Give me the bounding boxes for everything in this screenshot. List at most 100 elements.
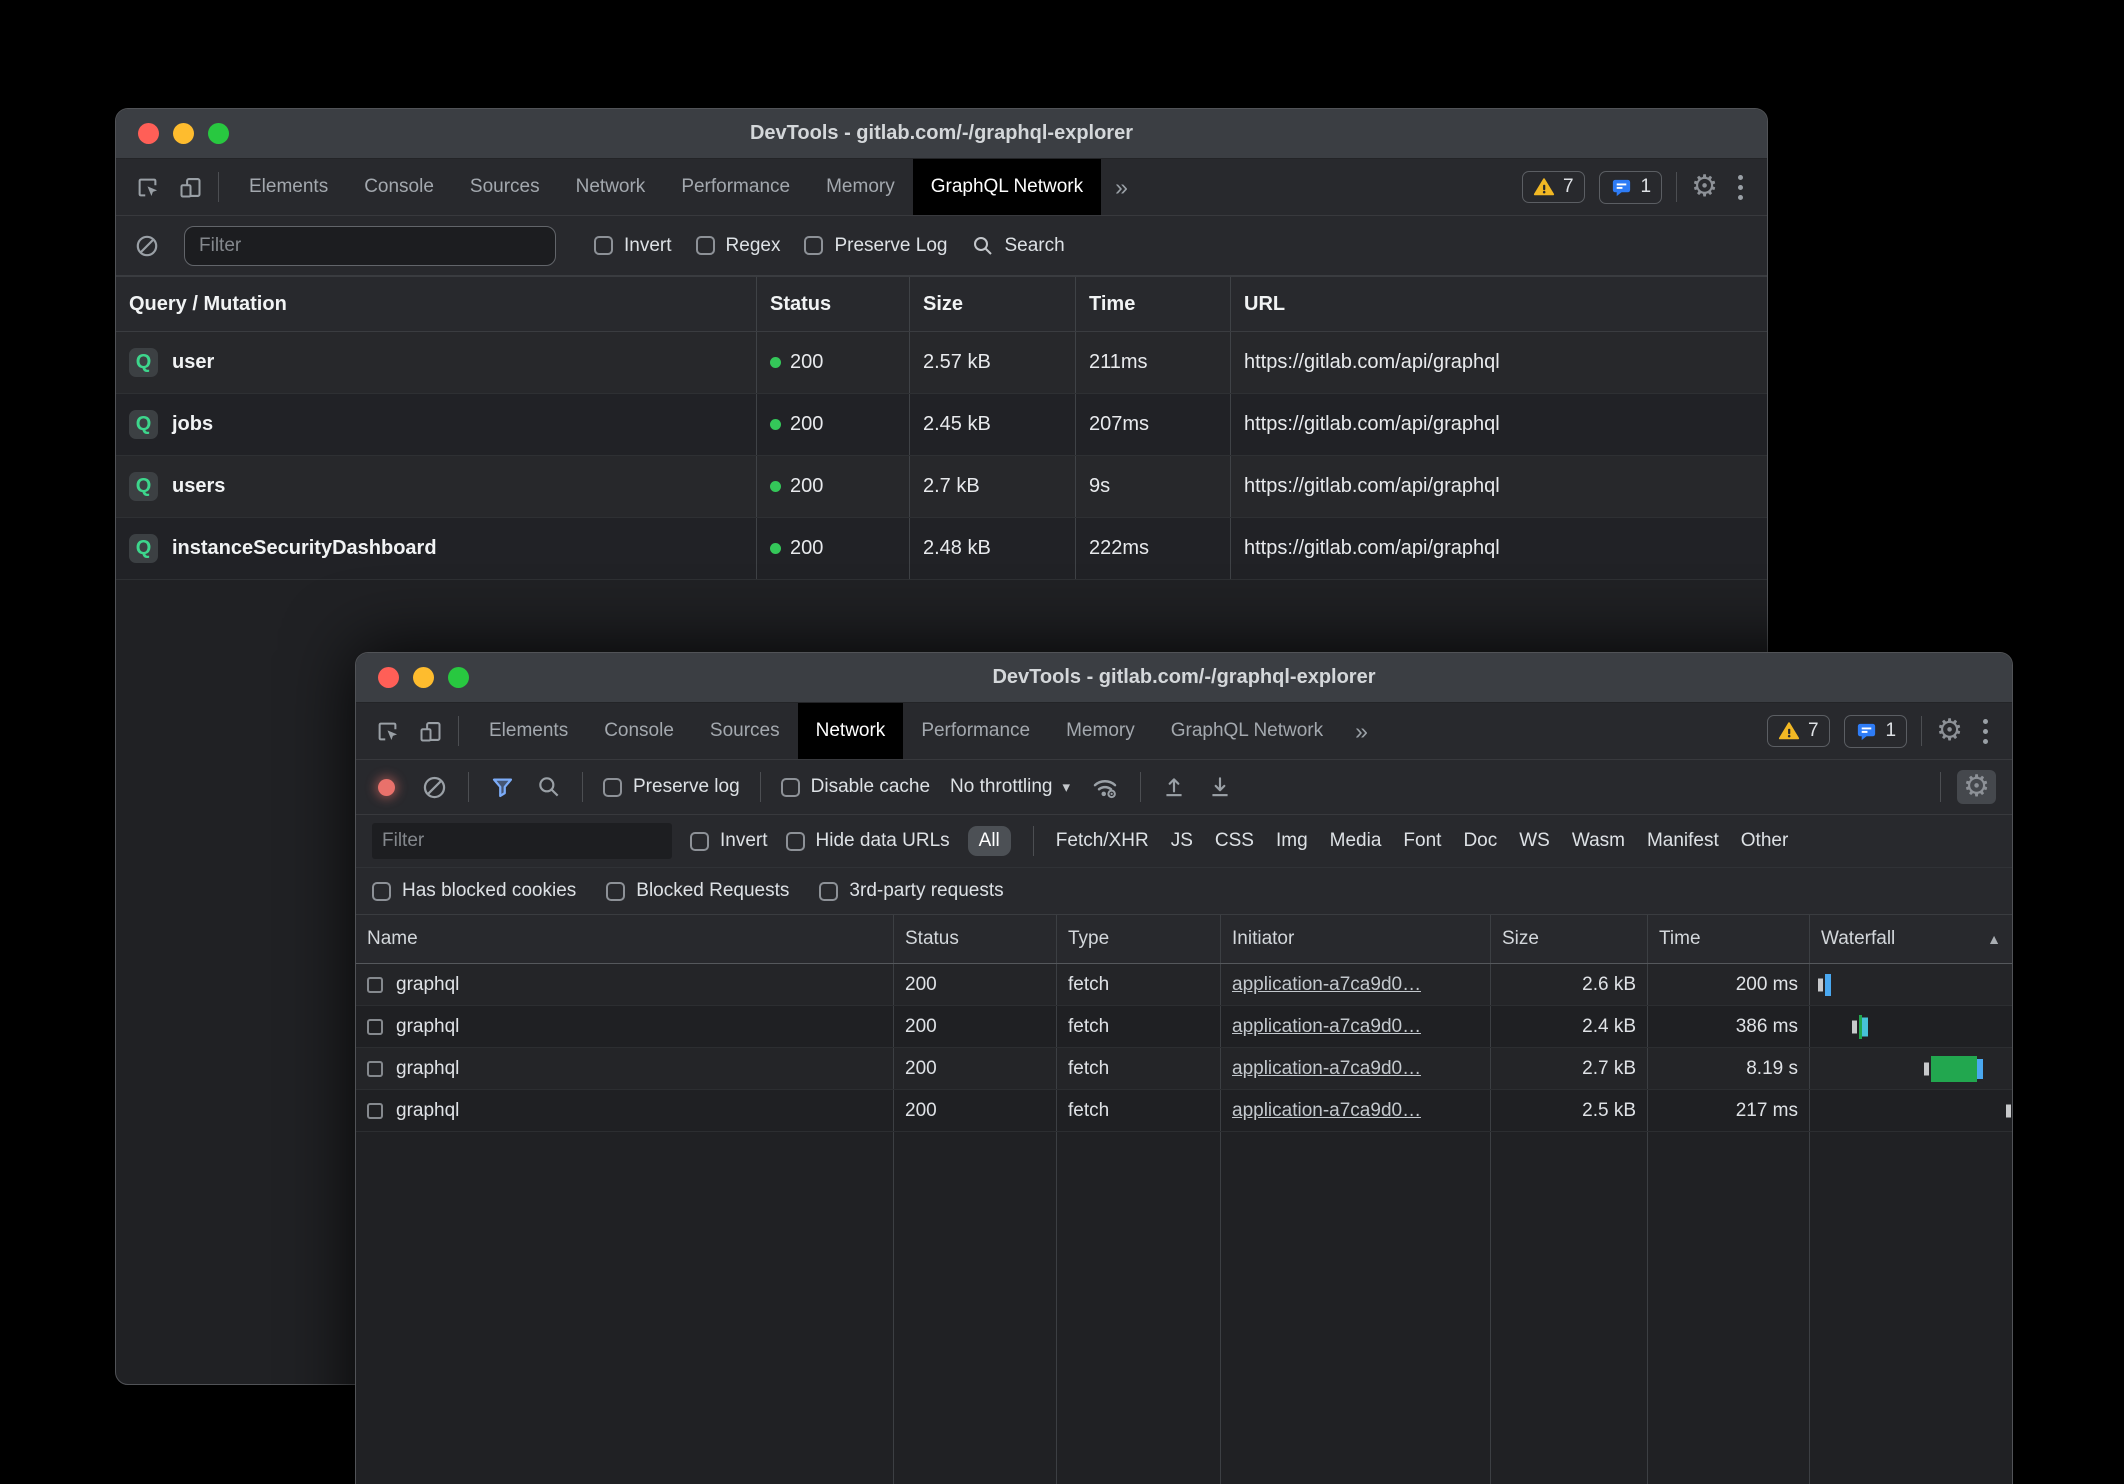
table-row[interactable]: graphql 200 fetch application-a7ca9d0… 2… [356,1090,2012,1132]
tab-network[interactable]: Network [558,159,664,215]
table-row[interactable]: graphql 200 fetch application-a7ca9d0… 2… [356,1006,2012,1048]
close-button[interactable] [138,123,159,144]
filter-chip-media[interactable]: Media [1330,830,1382,852]
column-header-time[interactable]: Time [1648,915,1810,963]
tab-performance[interactable]: Performance [663,159,808,215]
search-icon[interactable] [536,774,562,800]
settings-gear-icon[interactable]: ⚙ [1691,172,1718,202]
row-checkbox[interactable] [367,1019,383,1035]
network-conditions-icon[interactable] [1090,772,1120,802]
filter-chip-other[interactable]: Other [1741,830,1789,852]
initiator-link[interactable]: application-a7ca9d0… [1232,1100,1421,1122]
settings-gear-icon[interactable]: ⚙ [1936,716,1963,746]
clear-network-log-icon[interactable] [421,774,448,801]
issues-badge[interactable]: 1 [1599,171,1663,204]
column-header-url[interactable]: URL [1231,277,1767,331]
inspect-element-icon[interactable] [374,718,401,745]
filter-chip-fetch-xhr[interactable]: Fetch/XHR [1056,830,1149,852]
hide-data-urls-checkbox[interactable]: Hide data URLs [786,830,950,852]
time-value: 200 ms [1648,964,1810,1005]
preserve-log-checkbox[interactable]: Preserve Log [804,235,947,257]
warnings-badge[interactable]: 7 [1522,171,1585,203]
table-row[interactable]: graphql 200 fetch application-a7ca9d0… 2… [356,1048,2012,1090]
column-header-name[interactable]: Name [356,915,894,963]
table-row[interactable]: graphql 200 fetch application-a7ca9d0… 2… [356,964,2012,1006]
tab-elements[interactable]: Elements [471,703,586,759]
tab-graphql-network[interactable]: GraphQL Network [913,159,1101,215]
clear-icon[interactable] [134,233,160,259]
tab-sources[interactable]: Sources [692,703,798,759]
column-header-status[interactable]: Status [757,277,910,331]
row-checkbox[interactable] [367,1061,383,1077]
initiator-link[interactable]: application-a7ca9d0… [1232,1058,1421,1080]
zoom-button[interactable] [208,123,229,144]
table-row[interactable]: Quser 200 2.57 kB 211ms https://gitlab.c… [116,332,1767,394]
throttling-dropdown[interactable]: No throttling ▾ [950,776,1070,798]
column-header-initiator[interactable]: Initiator [1221,915,1491,963]
tab-sources[interactable]: Sources [452,159,558,215]
tab-network[interactable]: Network [798,703,904,759]
inspect-element-icon[interactable] [134,174,161,201]
filter-chip-css[interactable]: CSS [1215,830,1254,852]
filter-chip-doc[interactable]: Doc [1463,830,1497,852]
filter-input[interactable] [372,823,672,859]
column-header-type[interactable]: Type [1057,915,1221,963]
more-tabs-chevron-icon[interactable]: » [1341,703,1382,759]
import-har-icon[interactable] [1161,774,1187,800]
tab-console[interactable]: Console [346,159,452,215]
filter-funnel-icon[interactable] [489,774,516,801]
column-header-status[interactable]: Status [894,915,1057,963]
column-header-time[interactable]: Time [1076,277,1231,331]
filter-chip-all[interactable]: All [968,826,1011,856]
tab-performance[interactable]: Performance [903,703,1048,759]
filter-chip-js[interactable]: JS [1171,830,1193,852]
regex-checkbox[interactable]: Regex [696,235,781,257]
kebab-menu-icon[interactable] [1732,175,1749,200]
minimize-button[interactable] [413,667,434,688]
blocked-requests-checkbox[interactable]: Blocked Requests [606,880,789,902]
table-row[interactable]: Qjobs 200 2.45 kB 207ms https://gitlab.c… [116,394,1767,456]
device-toolbar-icon[interactable] [177,174,204,201]
column-header-size[interactable]: Size [910,277,1076,331]
more-tabs-chevron-icon[interactable]: » [1101,159,1142,215]
tab-memory[interactable]: Memory [1048,703,1153,759]
filter-input[interactable] [184,226,556,266]
column-header-waterfall[interactable]: Waterfall ▲ [1810,915,2012,963]
filter-chip-img[interactable]: Img [1276,830,1308,852]
tab-graphql-network[interactable]: GraphQL Network [1153,703,1341,759]
initiator-link[interactable]: application-a7ca9d0… [1232,1016,1421,1038]
row-checkbox[interactable] [367,977,383,993]
invert-checkbox[interactable]: Invert [594,235,672,257]
column-header-query-mutation[interactable]: Query / Mutation [116,277,757,331]
preserve-log-checkbox[interactable]: Preserve log [603,776,740,798]
table-row[interactable]: QinstanceSecurityDashboard 200 2.48 kB 2… [116,518,1767,580]
device-toolbar-icon[interactable] [417,718,444,745]
issues-badge[interactable]: 1 [1844,715,1908,748]
close-button[interactable] [378,667,399,688]
invert-checkbox[interactable]: Invert [690,830,768,852]
tab-memory[interactable]: Memory [808,159,913,215]
filter-chip-manifest[interactable]: Manifest [1647,830,1719,852]
kebab-menu-icon[interactable] [1977,719,1994,744]
minimize-button[interactable] [173,123,194,144]
export-har-icon[interactable] [1207,774,1233,800]
tab-elements[interactable]: Elements [231,159,346,215]
filter-chip-wasm[interactable]: Wasm [1572,830,1625,852]
disable-cache-checkbox[interactable]: Disable cache [781,776,930,798]
third-party-requests-checkbox[interactable]: 3rd-party requests [819,880,1003,902]
row-checkbox[interactable] [367,1103,383,1119]
table-row[interactable]: Qusers 200 2.7 kB 9s https://gitlab.com/… [116,456,1767,518]
filter-chip-ws[interactable]: WS [1519,830,1550,852]
column-header-size[interactable]: Size [1491,915,1648,963]
initiator-link[interactable]: application-a7ca9d0… [1232,974,1421,996]
has-blocked-cookies-checkbox[interactable]: Has blocked cookies [372,880,576,902]
record-network-log-button[interactable] [378,779,395,796]
titlebar[interactable]: DevTools - gitlab.com/-/graphql-explorer [116,109,1767,159]
zoom-button[interactable] [448,667,469,688]
filter-chip-font[interactable]: Font [1403,830,1441,852]
search-control[interactable]: Search [971,234,1064,258]
titlebar[interactable]: DevTools - gitlab.com/-/graphql-explorer [356,653,2012,703]
tab-console[interactable]: Console [586,703,692,759]
network-settings-gear-icon[interactable]: ⚙ [1957,770,1996,804]
warnings-badge[interactable]: 7 [1767,715,1830,747]
